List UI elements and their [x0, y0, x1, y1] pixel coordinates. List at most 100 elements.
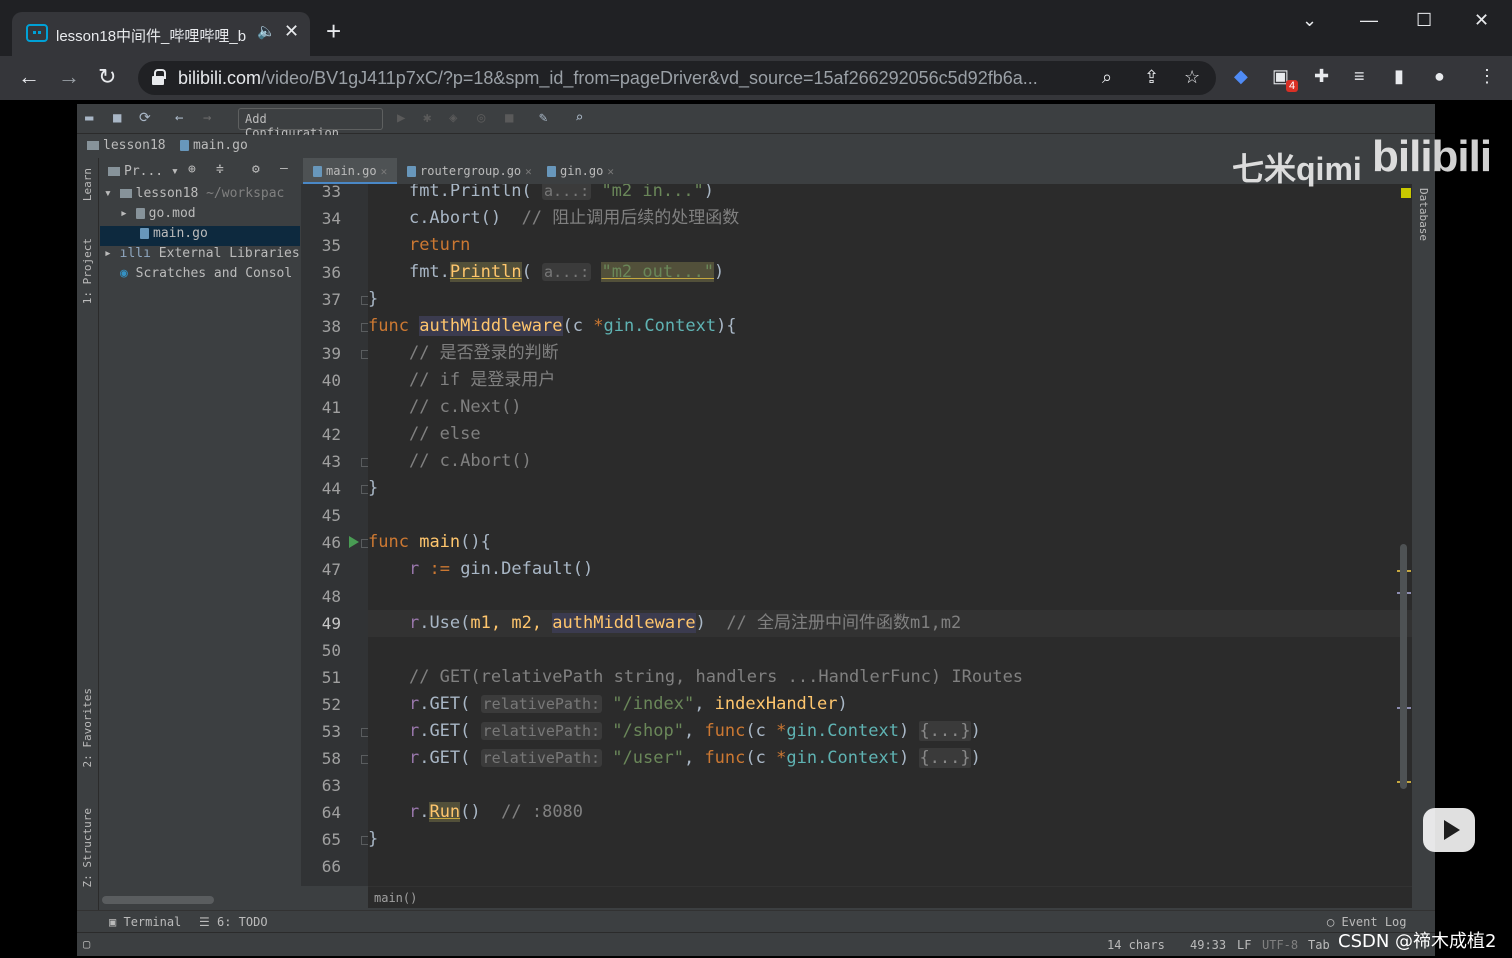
- menu-icon[interactable]: ⋮: [1478, 66, 1496, 87]
- project-view-selector[interactable]: Pr... ▾: [108, 164, 179, 179]
- minimize-button[interactable]: —: [1360, 10, 1378, 31]
- tab-routergroup-go[interactable]: routergroup.go ✕: [397, 158, 542, 185]
- code-editor[interactable]: fmt.Println( a...: "m2 in...") c.Abort()…: [368, 184, 1412, 886]
- tree-item-go-mod[interactable]: ▸ go.mod: [100, 206, 300, 226]
- code-line[interactable]: r.GET( relativePath: "/index", indexHand…: [368, 691, 1412, 718]
- run-icon[interactable]: ▶: [397, 110, 405, 126]
- new-tab-button[interactable]: +: [326, 18, 341, 44]
- add-configuration-button[interactable]: Add Configuration...: [238, 108, 383, 140]
- fold-marker-icon[interactable]: [361, 485, 368, 494]
- speaker-icon[interactable]: 🔈: [257, 22, 276, 40]
- folded-region[interactable]: {...}: [919, 748, 971, 768]
- code-line[interactable]: }: [368, 475, 1412, 502]
- fold-marker-icon[interactable]: [361, 728, 368, 737]
- structure-tool[interactable]: Z: Structure: [81, 808, 94, 887]
- fold-marker-icon[interactable]: [361, 296, 368, 305]
- editor-vertical-scrollbar[interactable]: [1400, 544, 1407, 789]
- tab-gin-go[interactable]: gin.go ✕: [537, 158, 624, 185]
- lock-icon[interactable]: [152, 69, 166, 85]
- code-line[interactable]: c.Abort() // 阻止调用后续的处理函数: [368, 205, 1412, 232]
- code-line[interactable]: [368, 772, 1412, 799]
- terminal-tool[interactable]: ▣ Terminal: [109, 915, 181, 929]
- zoom-icon[interactable]: ⌕: [1102, 67, 1112, 88]
- search-icon[interactable]: ⌕: [575, 110, 583, 126]
- play-button-icon[interactable]: [1423, 808, 1475, 852]
- code-line[interactable]: r := gin.Default(): [368, 556, 1412, 583]
- locate-icon[interactable]: ⊕: [188, 162, 196, 177]
- code-line[interactable]: // else: [368, 421, 1412, 448]
- save-icon[interactable]: ■: [113, 110, 121, 126]
- extension-diamond-icon[interactable]: ◆: [1234, 66, 1248, 87]
- code-line[interactable]: // 是否登录的判断: [368, 340, 1412, 367]
- code-line[interactable]: [368, 502, 1412, 529]
- fold-marker-icon[interactable]: [361, 458, 368, 467]
- folded-region[interactable]: {...}: [919, 721, 971, 741]
- tab-search-icon[interactable]: ⌄: [1302, 10, 1317, 31]
- reading-list-icon[interactable]: ≡: [1354, 66, 1365, 87]
- fold-marker-icon[interactable]: [361, 350, 368, 359]
- code-breadcrumb[interactable]: main(): [368, 886, 1412, 908]
- favorites-tool[interactable]: 2: Favorites: [81, 688, 94, 767]
- project-tool[interactable]: 1: Project: [81, 238, 94, 304]
- code-line-current[interactable]: r.Use(m1, m2, authMiddleware) // 全局注册中间件…: [368, 610, 1412, 637]
- database-tool[interactable]: Database: [1417, 188, 1430, 241]
- code-line[interactable]: return: [368, 232, 1412, 259]
- code-line[interactable]: // GET(relativePath string, handlers ...…: [368, 664, 1412, 691]
- address-bar[interactable]: bilibili.com/video/BV1gJ411p7xC/?p=18&sp…: [138, 61, 1216, 95]
- code-line[interactable]: // c.Abort(): [368, 448, 1412, 475]
- code-line[interactable]: r.GET( relativePath: "/user", func(c *gi…: [368, 745, 1412, 772]
- settings-wrench-icon[interactable]: ✎: [539, 110, 547, 126]
- fold-marker-icon[interactable]: [361, 836, 368, 845]
- open-folder-icon[interactable]: ▬: [85, 110, 93, 126]
- tab-main-go[interactable]: main.go ✕: [303, 158, 398, 185]
- profile-icon[interactable]: ◎: [477, 110, 485, 126]
- fold-marker-icon[interactable]: [361, 323, 368, 332]
- todo-tool[interactable]: ☰ 6: TODO: [199, 915, 268, 929]
- project-horizontal-scrollbar[interactable]: [102, 896, 214, 904]
- code-line[interactable]: func authMiddleware(c *gin.Context){: [368, 313, 1412, 340]
- browser-tab[interactable]: lesson18中间件_哔哩哔哩_b 🔈 ✕: [12, 12, 310, 56]
- side-panel-icon[interactable]: ▮: [1394, 66, 1404, 87]
- stop-icon[interactable]: ■: [505, 110, 513, 126]
- run-gutter-icon[interactable]: [349, 536, 359, 548]
- breadcrumb-project[interactable]: lesson18: [87, 138, 166, 153]
- back-nav-icon[interactable]: ←: [175, 110, 183, 126]
- debug-icon[interactable]: ✱: [423, 110, 431, 126]
- url-text[interactable]: bilibili.com/video/BV1gJ411p7xC/?p=18&sp…: [178, 68, 1038, 89]
- code-line[interactable]: }: [368, 826, 1412, 853]
- code-line[interactable]: func main(){: [368, 529, 1412, 556]
- forward-button[interactable]: →: [58, 64, 80, 90]
- reload-button[interactable]: ↻: [98, 64, 116, 90]
- profile-avatar-icon[interactable]: ●: [1434, 66, 1445, 87]
- code-line[interactable]: fmt.Println( a...: "m2 out..."): [368, 259, 1412, 286]
- code-line[interactable]: [368, 583, 1412, 610]
- code-line[interactable]: r.Run() // :8080: [368, 799, 1412, 826]
- fold-marker-icon[interactable]: [361, 539, 368, 548]
- sync-icon[interactable]: ⟳: [139, 110, 151, 126]
- code-line[interactable]: [368, 637, 1412, 664]
- code-line[interactable]: }: [368, 286, 1412, 313]
- inspection-status-icon[interactable]: [1401, 188, 1411, 198]
- status-line-separator[interactable]: LF: [1237, 938, 1251, 952]
- back-button[interactable]: ←: [18, 64, 40, 90]
- status-caret-position[interactable]: 49:33: [1190, 938, 1226, 952]
- code-line[interactable]: // if 是登录用户: [368, 367, 1412, 394]
- collapse-icon[interactable]: ≑: [216, 162, 224, 177]
- tree-item-main-go[interactable]: main.go: [100, 226, 300, 246]
- learn-tool[interactable]: Learn: [81, 168, 94, 201]
- extensions-puzzle-icon[interactable]: ✚: [1314, 66, 1329, 87]
- bookmark-star-icon[interactable]: ☆: [1184, 67, 1200, 88]
- maximize-button[interactable]: ☐: [1416, 10, 1432, 31]
- status-encoding[interactable]: UTF-8: [1262, 938, 1298, 952]
- hide-icon[interactable]: —: [280, 161, 288, 176]
- forward-nav-icon[interactable]: →: [203, 110, 211, 126]
- close-window-button[interactable]: ✕: [1474, 10, 1489, 31]
- coverage-icon[interactable]: ◈: [449, 110, 457, 126]
- close-tab-icon[interactable]: ✕: [284, 21, 299, 42]
- toggle-tool-windows-icon[interactable]: ▢: [83, 937, 90, 951]
- tree-item-scratches[interactable]: ◉ Scratches and Consol: [100, 266, 300, 286]
- share-icon[interactable]: ⇪: [1144, 67, 1159, 88]
- code-line[interactable]: // c.Next(): [368, 394, 1412, 421]
- fold-marker-icon[interactable]: [361, 755, 368, 764]
- tree-item-lesson18[interactable]: ▾ lesson18 ~/workspac: [100, 186, 300, 206]
